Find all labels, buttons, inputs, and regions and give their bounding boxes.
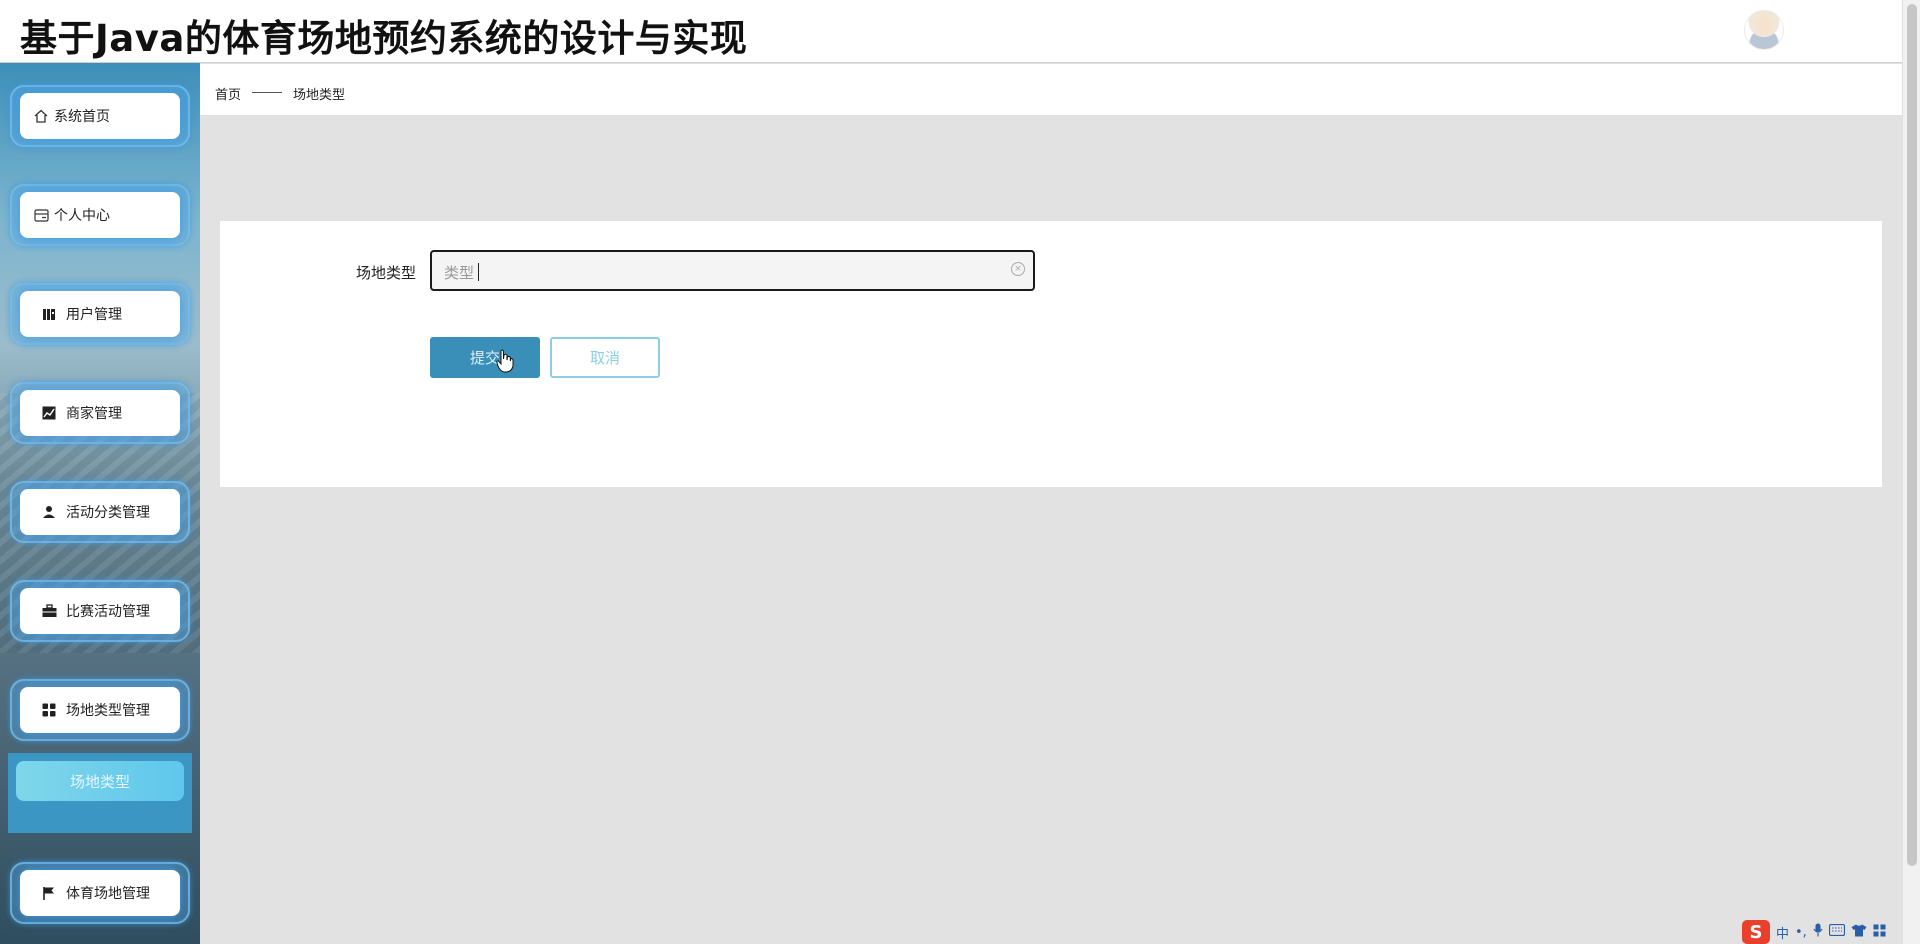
- sidebar-item-label: 个人中心: [54, 208, 110, 224]
- card-icon: [32, 206, 50, 224]
- briefcase-icon: [40, 602, 58, 620]
- sidebar-item-label: 体育场地管理: [66, 886, 150, 902]
- sidebar-item-merchants[interactable]: 商家管理: [8, 374, 192, 450]
- person-icon: [40, 503, 58, 521]
- form-card: 场地类型 类型 × 提交 取消: [220, 221, 1882, 487]
- users-icon: [40, 305, 58, 323]
- sidebar-item-label: 商家管理: [66, 406, 122, 422]
- submit-button[interactable]: 提交: [430, 337, 540, 378]
- venue-type-submenu: 场地类型: [8, 753, 192, 833]
- hand-cursor-icon: [496, 349, 514, 373]
- scrollbar-thumb[interactable]: [1907, 4, 1917, 866]
- sidebar-item-home[interactable]: 系统首页: [8, 77, 192, 153]
- breadcrumb: 首页 场地类型: [200, 64, 1902, 115]
- venue-type-label: 场地类型: [356, 264, 417, 282]
- sidebar-item-match-activity[interactable]: 比赛活动管理: [8, 572, 192, 648]
- sidebar-item-label: 场地类型管理: [66, 703, 150, 719]
- avatar-icon[interactable]: [1744, 10, 1784, 50]
- vertical-scrollbar[interactable]: [1902, 0, 1920, 944]
- app-title: 基于Java的体育场地预约系统的设计与实现: [20, 17, 748, 60]
- breadcrumb-separator: [252, 92, 282, 93]
- grid-icon: [40, 701, 58, 719]
- ime-logo-icon[interactable]: S: [1742, 920, 1770, 944]
- sidebar: 系统首页 个人中心 用户管理 商家管理 活动分类管理 比赛活动管理 场地类型管理…: [0, 63, 200, 944]
- venue-type-input-value: 类型: [444, 264, 475, 282]
- clear-icon[interactable]: ×: [1011, 262, 1025, 276]
- punctuation-toggle[interactable]: •,: [1795, 925, 1807, 940]
- ime-mode-toggle[interactable]: 中: [1776, 923, 1789, 942]
- text-caret: [478, 263, 479, 281]
- breadcrumb-home[interactable]: 首页: [215, 84, 241, 103]
- submenu-item-venue-type[interactable]: 场地类型: [16, 761, 184, 801]
- breadcrumb-current: 场地类型: [293, 88, 346, 103]
- cancel-button[interactable]: 取消: [550, 337, 660, 378]
- shirt-icon[interactable]: [1851, 924, 1867, 941]
- apps-icon[interactable]: [1873, 924, 1886, 941]
- sidebar-item-label: 活动分类管理: [66, 505, 150, 521]
- sidebar-item-venue-type[interactable]: 场地类型管理: [8, 671, 192, 747]
- sidebar-item-label: 系统首页: [54, 109, 110, 125]
- flag-icon: [40, 884, 58, 902]
- chart-icon: [40, 404, 58, 422]
- sidebar-item-users[interactable]: 用户管理: [8, 275, 192, 351]
- sidebar-item-sports-venue[interactable]: 体育场地管理: [8, 854, 192, 930]
- sidebar-item-profile[interactable]: 个人中心: [8, 176, 192, 252]
- top-header: 基于Java的体育场地预约系统的设计与实现: [0, 0, 1902, 63]
- home-icon: [32, 107, 50, 125]
- mic-icon[interactable]: [1813, 923, 1823, 941]
- sidebar-item-activity-category[interactable]: 活动分类管理: [8, 473, 192, 549]
- venue-type-input[interactable]: 类型 ×: [430, 250, 1035, 291]
- sidebar-item-label: 用户管理: [66, 307, 122, 323]
- ime-toolbar: S 中 •,: [1742, 920, 1920, 944]
- keyboard-icon[interactable]: [1828, 923, 1845, 940]
- sidebar-item-label: 比赛活动管理: [66, 604, 150, 620]
